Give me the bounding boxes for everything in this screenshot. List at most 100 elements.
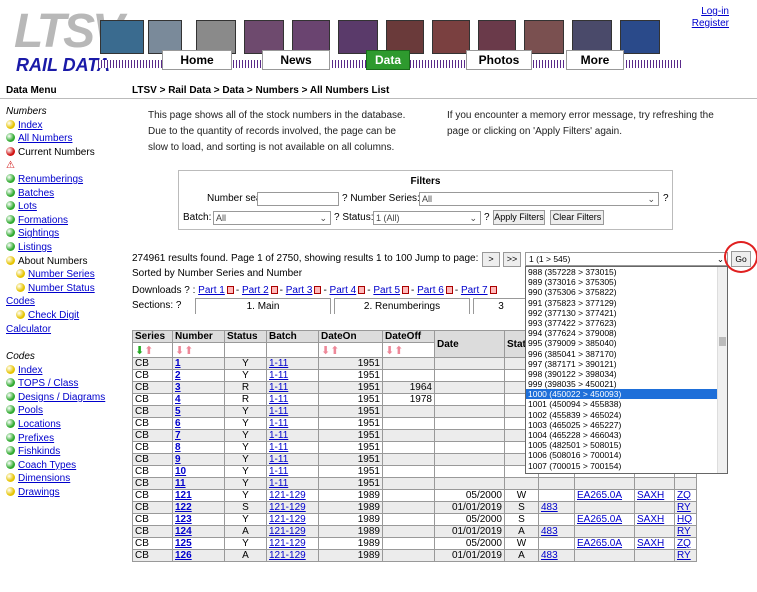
login-link[interactable]: Log-in [701,6,729,17]
sort-desc-icon[interactable]: ⬆ [184,345,193,357]
number-series-select[interactable]: All ⌄ [419,192,659,206]
menu-item-label[interactable]: Fishkinds [18,446,60,457]
menu-item[interactable]: Index [6,119,124,133]
cell-link[interactable]: RY [677,526,691,537]
menu-item[interactable]: Drawings [6,486,124,500]
sort-arrows[interactable]: ⬇⬆ [318,342,383,358]
cell-link[interactable]: 8 [175,442,181,453]
batch-select[interactable]: All ⌄ [213,211,331,225]
menu-item[interactable]: Dimensions [6,472,124,486]
menu-item[interactable]: Calculator [6,323,124,337]
menu-item[interactable]: Formations [6,214,124,228]
status-select[interactable]: 1 (All) ⌄ [373,211,481,225]
cell-link[interactable]: RY [677,550,691,561]
cell-link[interactable]: 1-11 [269,382,288,393]
menu-item[interactable]: Fishkinds [6,445,124,459]
pdf-icon[interactable] [402,286,410,294]
section-tab-3[interactable]: 3 [473,298,529,314]
menu-item-label[interactable]: All Numbers [18,133,72,144]
menu-item[interactable]: All Numbers [6,132,124,146]
cell-link[interactable]: EA265.0A [577,538,622,549]
dropdown-option[interactable]: 988 (357228 > 373015) [526,267,727,277]
cell-link[interactable]: 121-129 [269,526,306,537]
cell-link[interactable]: SAXH [637,514,664,525]
menu-item-label[interactable]: Dimensions [18,473,70,484]
dropdown-option[interactable]: 1003 (465025 > 465227) [526,420,727,430]
register-link[interactable]: Register [692,18,729,29]
menu-item-label[interactable]: Renumberings [18,174,83,185]
help-icon[interactable]: ? [484,212,490,223]
tab-more[interactable]: More [566,50,624,70]
menu-item-label[interactable]: Number Status [28,283,95,294]
menu-item-label[interactable]: Batches [18,188,54,199]
help-icon[interactable]: ? [663,193,669,204]
menu-item-label[interactable]: Designs / Diagrams [18,392,105,403]
next-page-button[interactable]: > [482,252,500,267]
dropdown-option[interactable]: 1002 (455839 > 465024) [526,410,727,420]
cell-link[interactable]: 126 [175,550,192,561]
cell-link[interactable]: 124 [175,526,192,537]
tab-home[interactable]: Home [162,50,232,70]
menu-item[interactable]: Index [6,364,124,378]
sort-desc-icon[interactable]: ⬆ [330,345,339,357]
dropdown-option[interactable]: 995 (379009 > 385040) [526,338,727,348]
menu-item[interactable]: Sightings [6,227,124,241]
dropdown-option[interactable]: 990 (375306 > 375822) [526,287,727,297]
cell-link[interactable]: 1-11 [269,406,288,417]
pdf-icon[interactable] [358,286,366,294]
dropdown-option[interactable]: 992 (377130 > 377421) [526,308,727,318]
pdf-icon[interactable] [226,286,234,294]
cell-link[interactable]: 1 [175,358,181,369]
cell-link[interactable]: 125 [175,538,192,549]
menu-item[interactable]: TOPS / Class [6,377,124,391]
menu-item-label[interactable]: Prefixes [18,433,54,444]
cell-link[interactable]: 483 [541,550,558,561]
cell-link[interactable]: 2 [175,370,181,381]
menu-item-label[interactable]: Index [18,365,42,376]
cell-link[interactable]: 11 [175,478,186,489]
dropdown-option[interactable]: 997 (387171 > 390121) [526,359,727,369]
cell-link[interactable]: 10 [175,466,186,477]
cell-link[interactable]: 5 [175,406,181,417]
dropdown-option[interactable]: 998 (390122 > 398034) [526,369,727,379]
cell-link[interactable]: 1-11 [269,370,288,381]
clear-filters-button[interactable]: Clear Filters [550,210,604,225]
sort-asc-icon[interactable]: ⬇ [135,345,144,357]
tab-news[interactable]: News [262,50,330,70]
section-tab-renumberings[interactable]: 2. Renumberings [334,298,470,314]
menu-item[interactable]: Coach Types [6,459,124,473]
pdf-icon[interactable] [270,286,278,294]
cell-link[interactable]: EA265.0A [577,514,622,525]
last-page-button[interactable]: >> [503,252,521,267]
jump-page-dropdown[interactable]: 988 (357228 > 373015) 989 (373016 > 37530… [525,266,728,474]
dropdown-option[interactable]: 1004 (465228 > 466043) [526,430,727,440]
menu-item-label[interactable]: Calculator [6,324,51,335]
menu-item-label[interactable]: Drawings [18,487,60,498]
cell-link[interactable]: 7 [175,430,181,441]
tab-photos[interactable]: Photos [466,50,532,70]
cell-link[interactable]: 1-11 [269,454,288,465]
download-part-link[interactable]: Part 7 [461,285,488,296]
dropdown-option[interactable]: 999 (398035 > 450021) [526,379,727,389]
cell-link[interactable]: EA265.0A [577,490,622,501]
cell-link[interactable]: ZQ [677,490,691,501]
download-part-link[interactable]: Part 5 [373,285,400,296]
menu-item[interactable]: Number Series [6,268,124,282]
menu-item-label[interactable]: Coach Types [18,460,76,471]
dropdown-option[interactable]: 1000 (450022 > 450093) [526,389,727,400]
cell-link[interactable]: 121-129 [269,550,306,561]
menu-item[interactable]: Pools [6,404,124,418]
download-part-link[interactable]: Part 1 [198,285,225,296]
menu-item[interactable]: Codes [6,295,124,309]
dropdown-scrollbar[interactable] [717,267,727,473]
dropdown-option[interactable]: 1001 (450094 > 455838) [526,399,727,409]
cell-link[interactable]: 1-11 [269,442,288,453]
menu-item-label[interactable]: Formations [18,215,68,226]
dropdown-option[interactable]: 989 (373016 > 375305) [526,277,727,287]
cell-link[interactable]: 483 [541,502,558,513]
sort-desc-icon[interactable]: ⬆ [144,345,153,357]
cell-link[interactable]: 1-11 [269,466,288,477]
sort-asc-icon[interactable]: ⬇ [385,345,394,357]
cell-link[interactable]: 1-11 [269,418,288,429]
menu-item[interactable]: Locations [6,418,124,432]
